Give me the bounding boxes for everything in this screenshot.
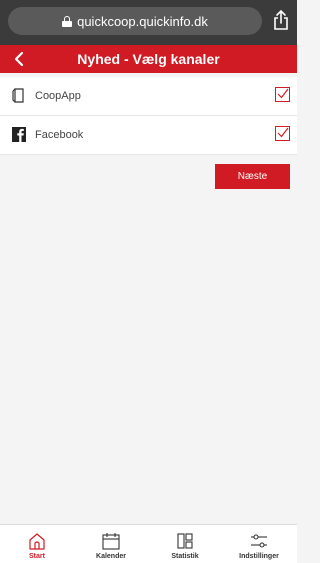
tab-statistik[interactable]: Statistik [148,525,222,563]
channel-checkbox-facebook[interactable] [275,126,290,141]
calendar-icon [102,533,120,550]
statistics-icon [177,533,193,549]
channel-checkbox-coopapp[interactable] [275,87,290,102]
channel-list: CoopApp Facebook [0,77,297,155]
channel-row-coopapp[interactable]: CoopApp [0,77,297,116]
facebook-icon [12,127,26,142]
channel-label: Facebook [35,129,84,141]
bottom-tab-bar: Start Kalender Statistik Indstillinger [0,524,297,563]
tab-label: Statistik [171,553,199,560]
url-text: quickcoop.quickinfo.dk [77,13,208,29]
home-icon [29,533,45,550]
channel-row-facebook[interactable]: Facebook [0,116,297,155]
tab-label: Indstillinger [239,553,279,560]
lock-icon [62,15,73,27]
phone-icon [12,88,24,103]
tab-kalender[interactable]: Kalender [74,525,148,563]
address-field[interactable]: quickcoop.quickinfo.dk [8,7,262,35]
tab-label: Kalender [96,553,126,560]
share-icon[interactable] [272,9,290,31]
checkmark-icon [277,88,289,99]
tab-label: Start [29,553,45,560]
app-header: Nyhed - Vælg kanaler [0,45,297,73]
tab-indstillinger[interactable]: Indstillinger [222,525,296,563]
next-button[interactable]: Næste [215,164,290,189]
checkmark-icon [277,127,289,138]
browser-url-bar: quickcoop.quickinfo.dk [0,0,297,45]
channel-label: CoopApp [35,90,81,102]
tab-start[interactable]: Start [0,525,74,563]
page-title: Nyhed - Vælg kanaler [77,51,220,67]
sliders-icon [251,534,267,548]
